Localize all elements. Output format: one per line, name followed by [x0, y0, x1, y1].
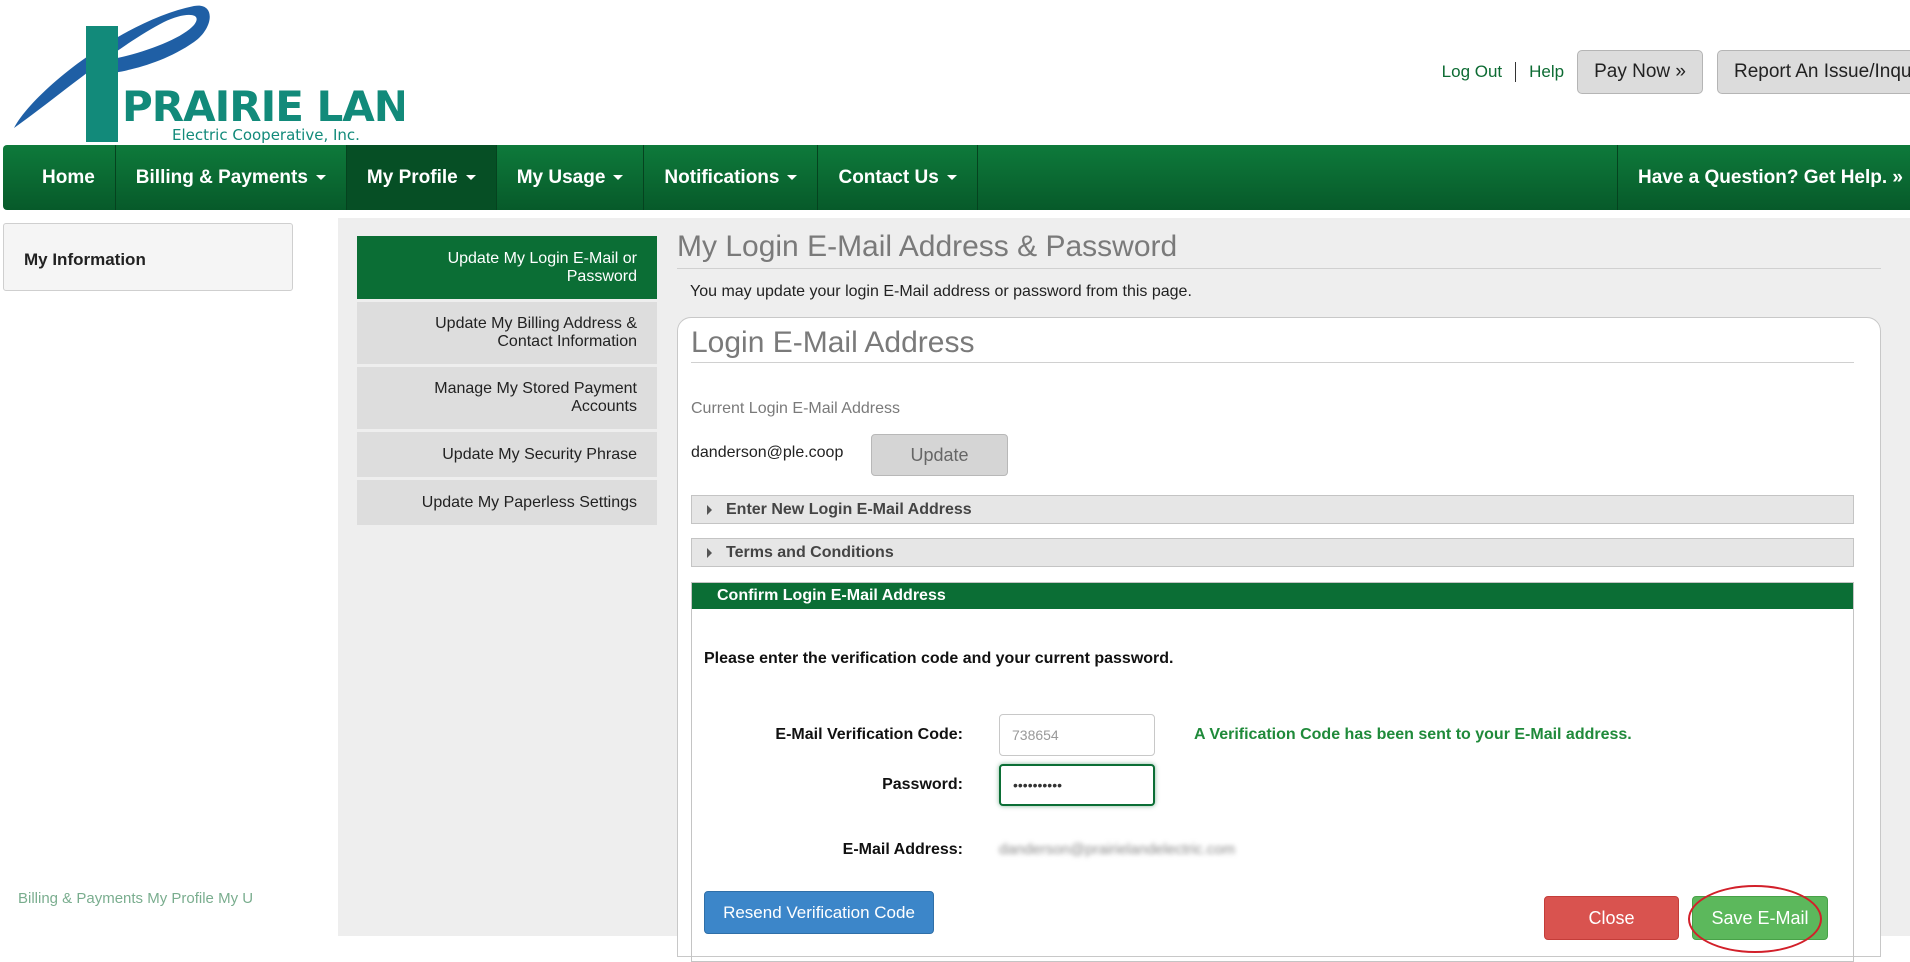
password-label: Password:	[882, 776, 963, 793]
nav-help-label: Have a Question? Get Help. »	[1637, 166, 1903, 188]
resend-code-button[interactable]: Resend Verification Code	[704, 891, 934, 934]
login-email-card: Login E-Mail Address Current Login E-Mai…	[677, 317, 1881, 962]
update-email-button[interactable]: Update	[871, 434, 1008, 476]
logo-subtext: Electric Cooperative, Inc.	[172, 126, 360, 144]
email-address-value: danderson@prairielandelectric.com	[999, 841, 1236, 858]
submenu-label: Update My Billing Address & Contact Info…	[435, 315, 637, 350]
prairie-land-logo: PRAIRIE LAND Electric Cooperative, Inc.	[14, 5, 404, 144]
current-email-value: danderson@ple.coop	[691, 444, 844, 461]
submenu-label: Update My Login E-Mail or Password	[447, 249, 637, 285]
enter-new-email-accordion[interactable]: Enter New Login E-Mail Address	[691, 495, 1854, 524]
nav-notifications[interactable]: Notifications	[644, 145, 819, 210]
report-issue-button[interactable]: Report An Issue/Inqui	[1717, 50, 1910, 94]
caret-down-icon	[787, 175, 798, 180]
verification-sent-message: A Verification Code has been sent to you…	[1194, 726, 1632, 743]
submenu-update-login[interactable]: Update My Login E-Mail or Password	[357, 236, 657, 299]
log-out-link[interactable]: Log Out	[1442, 62, 1503, 82]
nav-my-usage[interactable]: My Usage	[497, 145, 645, 210]
submenu-paperless-settings[interactable]: Update My Paperless Settings	[357, 480, 657, 525]
confirm-instruction: Please enter the verification code and y…	[704, 650, 1174, 667]
password-input[interactable]	[999, 764, 1155, 806]
current-email-label: Current Login E-Mail Address	[691, 400, 900, 417]
logo-text: PRAIRIE LAND	[122, 82, 404, 131]
accordion-label: Terms and Conditions	[726, 543, 894, 561]
pay-now-button[interactable]: Pay Now »	[1577, 50, 1703, 94]
caret-right-icon	[707, 547, 712, 558]
verification-code-label: E-Mail Verification Code:	[775, 726, 963, 743]
title-divider	[677, 268, 1881, 269]
page-description: You may update your login E-Mail address…	[690, 283, 1192, 300]
header-actions: Log Out Help Pay Now » Report An Issue/I…	[1442, 50, 1910, 94]
my-information-title[interactable]: My Information	[24, 250, 146, 270]
submenu-security-phrase[interactable]: Update My Security Phrase	[357, 432, 657, 477]
close-button[interactable]: Close	[1544, 896, 1679, 940]
nav-notifications-label: Notifications	[664, 166, 780, 188]
confirm-email-panel: Confirm Login E-Mail Address Please ente…	[691, 582, 1854, 962]
nav-get-help[interactable]: Have a Question? Get Help. »	[1616, 145, 1910, 210]
submenu-label: Manage My Stored Payment Accounts	[434, 380, 637, 415]
profile-submenu: Update My Login E-Mail or Password Updat…	[357, 236, 657, 528]
save-email-button[interactable]: Save E-Mail	[1692, 896, 1828, 940]
caret-right-icon	[707, 504, 712, 515]
card-title: Login E-Mail Address	[691, 326, 975, 359]
caret-down-icon	[613, 175, 624, 180]
footer-nav-ghost: Billing & Payments My Profile My U	[18, 890, 254, 907]
nav-billing-label: Billing & Payments	[135, 166, 308, 188]
accordion-label: Enter New Login E-Mail Address	[726, 500, 972, 518]
caret-down-icon	[465, 175, 476, 180]
help-link[interactable]: Help	[1529, 62, 1564, 82]
submenu-update-billing-address[interactable]: Update My Billing Address & Contact Info…	[357, 302, 657, 364]
submenu-label: Update My Security Phrase	[442, 445, 637, 463]
link-divider	[1515, 62, 1517, 82]
card-divider	[691, 362, 1854, 363]
nav-usage-label: My Usage	[516, 166, 606, 188]
nav-my-profile[interactable]: My Profile	[346, 145, 497, 210]
nav-contact-us[interactable]: Contact Us	[818, 145, 978, 210]
confirm-panel-header: Confirm Login E-Mail Address	[692, 583, 1853, 609]
my-information-panel: My Information	[3, 223, 293, 291]
nav-home-label: Home	[42, 166, 95, 188]
nav-billing-payments[interactable]: Billing & Payments	[116, 145, 347, 210]
page-title: My Login E-Mail Address & Password	[677, 230, 1178, 263]
nav-profile-label: My Profile	[366, 166, 458, 188]
verification-code-input[interactable]	[999, 714, 1155, 756]
terms-accordion[interactable]: Terms and Conditions	[691, 538, 1854, 567]
nav-contact-label: Contact Us	[838, 166, 939, 188]
email-address-label: E-Mail Address:	[842, 841, 963, 858]
main-navbar: Home Billing & Payments My Profile My Us…	[3, 145, 1910, 210]
caret-down-icon	[946, 175, 957, 180]
nav-home[interactable]: Home	[3, 145, 116, 210]
caret-down-icon	[315, 175, 326, 180]
submenu-label: Update My Paperless Settings	[421, 493, 637, 511]
submenu-manage-payment-accounts[interactable]: Manage My Stored Payment Accounts	[357, 367, 657, 429]
